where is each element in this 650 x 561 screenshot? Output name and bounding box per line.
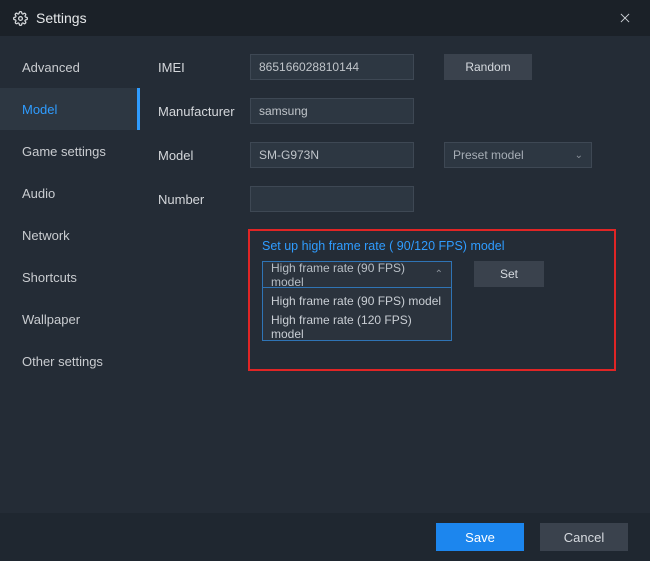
sidebar-item-label: Advanced: [22, 60, 80, 75]
number-input[interactable]: [250, 186, 414, 212]
frame-rate-option-120[interactable]: High frame rate (120 FPS) model: [263, 314, 451, 340]
titlebar: Settings: [0, 0, 650, 36]
sidebar-item-audio[interactable]: Audio: [0, 172, 140, 214]
cancel-button[interactable]: Cancel: [540, 523, 628, 551]
footer: Save Cancel: [0, 513, 650, 561]
content-pane: IMEI Random Manufacturer Model Preset mo…: [140, 36, 650, 513]
random-button[interactable]: Random: [444, 54, 532, 80]
preset-model-dropdown[interactable]: Preset model ⌄: [444, 142, 592, 168]
sidebar-item-label: Wallpaper: [22, 312, 80, 327]
frame-rate-option-90[interactable]: High frame rate (90 FPS) model: [263, 288, 451, 314]
save-button[interactable]: Save: [436, 523, 524, 551]
sidebar-item-network[interactable]: Network: [0, 214, 140, 256]
sidebar-item-shortcuts[interactable]: Shortcuts: [0, 256, 140, 298]
frame-rate-selected[interactable]: High frame rate (90 FPS) model ⌃: [263, 262, 451, 288]
sidebar-item-label: Audio: [22, 186, 55, 201]
sidebar-item-label: Game settings: [22, 144, 106, 159]
close-button[interactable]: [612, 5, 638, 31]
high-frame-rate-section: Set up high frame rate ( 90/120 FPS) mod…: [248, 229, 616, 371]
manufacturer-input[interactable]: [250, 98, 414, 124]
window-title: Settings: [36, 10, 87, 26]
frame-rate-selected-label: High frame rate (90 FPS) model: [271, 261, 435, 289]
chevron-down-icon: ⌄: [575, 150, 583, 161]
sidebar: Advanced Model Game settings Audio Netwo…: [0, 36, 140, 513]
number-label: Number: [158, 192, 250, 207]
sidebar-item-game-settings[interactable]: Game settings: [0, 130, 140, 172]
chevron-up-icon: ⌃: [435, 269, 443, 280]
imei-input[interactable]: [250, 54, 414, 80]
sidebar-item-wallpaper[interactable]: Wallpaper: [0, 298, 140, 340]
manufacturer-label: Manufacturer: [158, 104, 250, 119]
set-button[interactable]: Set: [474, 261, 544, 287]
preset-model-label: Preset model: [453, 148, 524, 162]
model-input[interactable]: [250, 142, 414, 168]
imei-label: IMEI: [158, 60, 250, 75]
sidebar-item-label: Other settings: [22, 354, 103, 369]
sidebar-item-advanced[interactable]: Advanced: [0, 46, 140, 88]
sidebar-item-model[interactable]: Model: [0, 88, 140, 130]
sidebar-item-label: Shortcuts: [22, 270, 77, 285]
sidebar-item-label: Network: [22, 228, 70, 243]
sidebar-item-label: Model: [22, 102, 57, 117]
frame-rate-dropdown[interactable]: High frame rate (90 FPS) model ⌃ High fr…: [262, 261, 452, 341]
sidebar-item-other-settings[interactable]: Other settings: [0, 340, 140, 382]
high-frame-rate-title: Set up high frame rate ( 90/120 FPS) mod…: [262, 239, 602, 253]
model-label: Model: [158, 148, 250, 163]
gear-icon: [12, 10, 28, 26]
